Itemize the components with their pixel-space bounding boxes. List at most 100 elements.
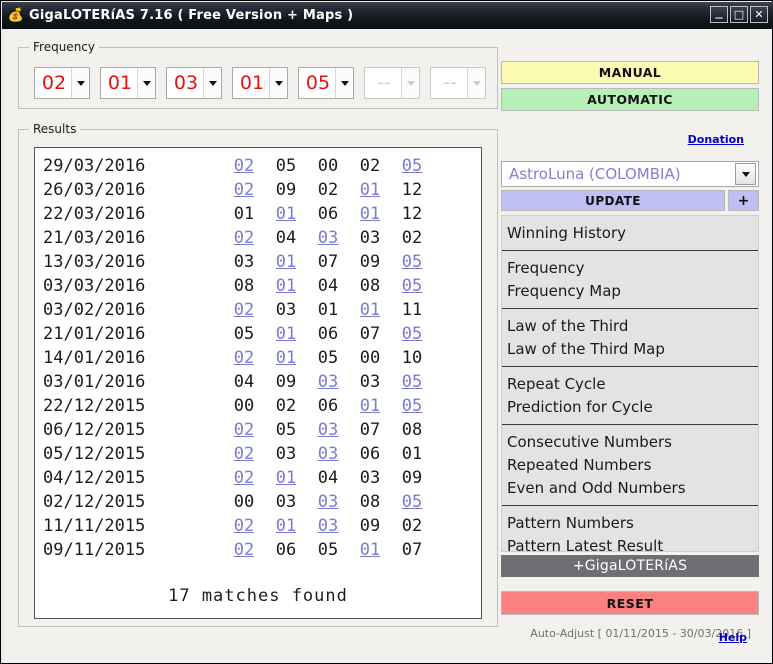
menu-item-winning-history[interactable]: Winning History [502, 222, 758, 245]
table-row[interactable]: 22/12/20150002060105 [35, 394, 481, 418]
table-row[interactable]: 02/12/20150003030805 [35, 490, 481, 514]
result-number: 03 [265, 492, 307, 512]
menu-item-prediction-for-cycle[interactable]: Prediction for Cycle [502, 396, 758, 419]
frequency-legend: Frequency [29, 40, 99, 54]
analysis-menu: Winning History FrequencyFrequency Map Law… [501, 215, 759, 552]
chevron-down-icon[interactable] [735, 163, 756, 185]
results-list[interactable]: 29/03/2016020500020526/03/20160209020112… [34, 147, 482, 619]
result-number-match: 01 [265, 204, 307, 224]
table-row[interactable]: 29/03/20160205000205 [35, 154, 481, 178]
table-row[interactable]: 21/01/20160501060705 [35, 322, 481, 346]
result-number: 00 [223, 396, 265, 416]
menu-group: Consecutive NumbersRepeated NumbersEven … [502, 425, 758, 506]
table-row[interactable]: 04/12/20150201040309 [35, 466, 481, 490]
result-number: 05 [307, 540, 349, 560]
reset-button[interactable]: RESET [501, 591, 759, 615]
result-number-match: 03 [307, 516, 349, 536]
result-numbers: 0203010111 [223, 300, 433, 320]
result-numbers: 0205030708 [223, 420, 433, 440]
lottery-select[interactable]: AstroLuna (COLOMBIA) [501, 161, 759, 187]
donation-link[interactable]: Donation [1, 133, 759, 146]
close-button[interactable]: ✕ [750, 6, 768, 23]
table-row[interactable]: 13/03/20160301070905 [35, 250, 481, 274]
table-row[interactable]: 09/11/20150206050107 [35, 538, 481, 562]
result-number: 02 [307, 180, 349, 200]
chevron-down-icon[interactable] [203, 68, 221, 98]
menu-item-repeated-numbers[interactable]: Repeated Numbers [502, 454, 758, 477]
chevron-down-icon[interactable] [335, 68, 353, 98]
table-row[interactable]: 14/01/20160201050010 [35, 346, 481, 370]
result-number: 00 [307, 156, 349, 176]
menu-item-law-of-the-third[interactable]: Law of the Third [502, 315, 758, 338]
result-date: 29/03/2016 [43, 156, 223, 176]
chevron-down-icon[interactable] [137, 68, 155, 98]
result-numbers: 0201030902 [223, 516, 433, 536]
menu-item-frequency-map[interactable]: Frequency Map [502, 280, 758, 303]
result-number-match: 01 [349, 180, 391, 200]
frequency-select-3[interactable]: 03 [166, 67, 222, 99]
menu-group: Repeat CyclePrediction for Cycle [502, 367, 758, 425]
table-row[interactable]: 11/11/20150201030902 [35, 514, 481, 538]
result-number: 09 [265, 372, 307, 392]
menu-item-even-and-odd-numbers[interactable]: Even and Odd Numbers [502, 477, 758, 500]
result-number-match: 01 [349, 540, 391, 560]
table-row[interactable]: 06/12/20150205030708 [35, 418, 481, 442]
result-number-match: 02 [223, 540, 265, 560]
menu-item-consecutive-numbers[interactable]: Consecutive Numbers [502, 431, 758, 454]
manual-button[interactable]: MANUAL [501, 61, 759, 84]
frequency-select-2[interactable]: 01 [100, 67, 156, 99]
menu-item-pattern-numbers[interactable]: Pattern Numbers [502, 512, 758, 535]
donation-link-label: Donation [688, 133, 744, 146]
result-number-match: 03 [307, 372, 349, 392]
result-number-match: 02 [223, 300, 265, 320]
result-date: 14/01/2016 [43, 348, 223, 368]
chevron-down-icon[interactable] [269, 68, 287, 98]
automatic-button[interactable]: AUTOMATIC [501, 88, 759, 111]
menu-item-frequency[interactable]: Frequency [502, 257, 758, 280]
result-numbers: 0409030305 [223, 372, 433, 392]
result-number: 07 [349, 324, 391, 344]
result-numbers: 0801040805 [223, 276, 433, 296]
menu-item-repeat-cycle[interactable]: Repeat Cycle [502, 373, 758, 396]
result-number: 08 [349, 276, 391, 296]
menu-group: FrequencyFrequency Map [502, 251, 758, 309]
table-row[interactable]: 03/03/20160801040805 [35, 274, 481, 298]
add-lottery-button[interactable]: + [728, 190, 759, 211]
table-row[interactable]: 03/02/20160203010111 [35, 298, 481, 322]
result-number-match: 02 [223, 228, 265, 248]
menu-item-law-of-the-third-map[interactable]: Law of the Third Map [502, 338, 758, 361]
chevron-down-icon[interactable] [71, 68, 89, 98]
table-row[interactable]: 26/03/20160209020112 [35, 178, 481, 202]
table-row[interactable]: 03/01/20160409030305 [35, 370, 481, 394]
frequency-select-1[interactable]: 02 [34, 67, 90, 99]
result-date: 03/02/2016 [43, 300, 223, 320]
table-row[interactable]: 21/03/20160204030302 [35, 226, 481, 250]
result-number: 02 [391, 516, 433, 536]
maximize-button[interactable]: □ [730, 6, 748, 23]
table-row[interactable]: 05/12/20150203030601 [35, 442, 481, 466]
result-date: 26/03/2016 [43, 180, 223, 200]
result-date: 11/11/2015 [43, 516, 223, 536]
lottery-select-value: AstroLuna (COLOMBIA) [502, 165, 735, 183]
result-number: 04 [307, 468, 349, 488]
result-number: 12 [391, 180, 433, 200]
update-button[interactable]: UPDATE [501, 190, 725, 211]
result-number-match: 05 [391, 276, 433, 296]
minimize-button[interactable]: _ [710, 6, 728, 23]
help-link-label: Help [719, 631, 747, 644]
frequency-select-4[interactable]: 01 [232, 67, 288, 99]
result-number: 11 [391, 300, 433, 320]
update-row: UPDATE + [501, 190, 759, 211]
frequency-select-5[interactable]: 05 [298, 67, 354, 99]
result-number: 07 [349, 420, 391, 440]
result-number-match: 01 [349, 204, 391, 224]
result-numbers: 0206050107 [223, 540, 433, 560]
table-row[interactable]: 22/03/20160101060112 [35, 202, 481, 226]
help-link[interactable]: Help [1, 631, 759, 644]
result-numbers: 0002060105 [223, 396, 433, 416]
result-number-match: 05 [391, 252, 433, 272]
result-number-match: 05 [391, 396, 433, 416]
frequency-select-6: -- [364, 67, 420, 99]
giga-loterias-banner[interactable]: +GigaLOTERíAS [501, 555, 759, 577]
result-number: 03 [265, 300, 307, 320]
